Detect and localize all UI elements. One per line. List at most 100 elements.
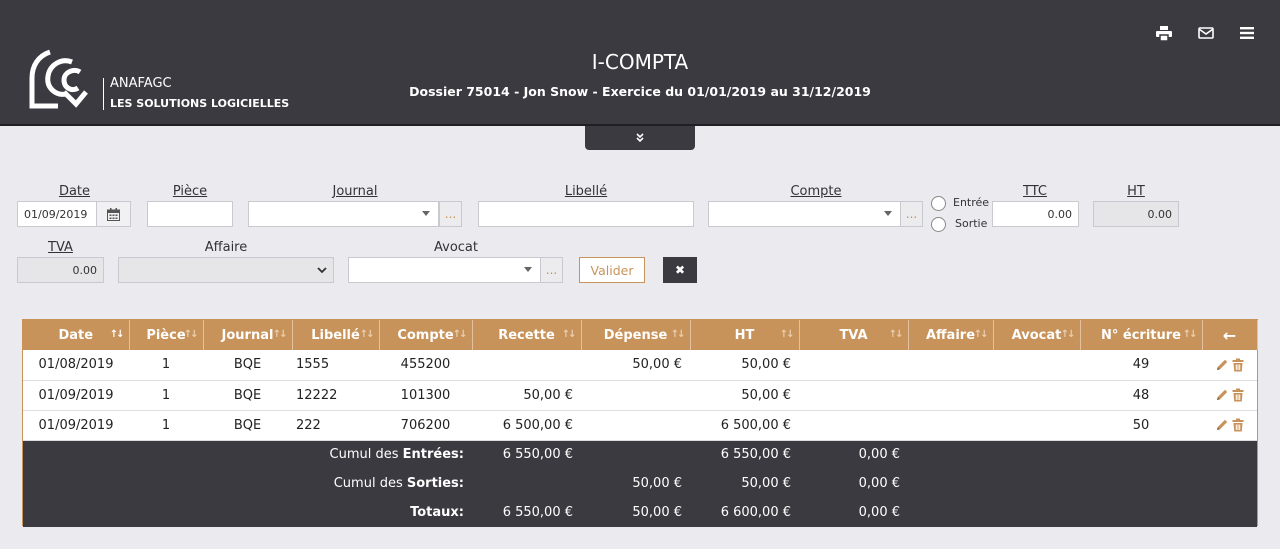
libelle-label[interactable]: Libellé bbox=[478, 184, 694, 199]
cell-piece: 1 bbox=[161, 417, 171, 433]
col-ecriture-label: N° écriture bbox=[1101, 327, 1181, 343]
sort-icon[interactable]: ↑↓ bbox=[273, 329, 288, 340]
sort-icon[interactable]: ↑↓ bbox=[1183, 329, 1198, 340]
cell-avocat bbox=[993, 350, 1080, 380]
trash-icon[interactable] bbox=[1231, 358, 1245, 372]
tva-label[interactable]: TVA bbox=[17, 240, 104, 255]
sort-icon[interactable]: ↑↓ bbox=[453, 329, 468, 340]
date-field[interactable]: 01/09/2019 bbox=[17, 201, 97, 227]
chevron-down-icon bbox=[317, 267, 327, 274]
col-avocat-header[interactable]: Avocat ↑↓ bbox=[993, 320, 1081, 350]
total-recette: 6 550,00 € bbox=[502, 447, 573, 463]
date-label[interactable]: Date bbox=[17, 184, 132, 199]
sort-icon[interactable]: ↑↓ bbox=[184, 329, 199, 340]
cell-recette: 6 500,00 € bbox=[502, 417, 573, 433]
table-row[interactable]: 01/09/2019 1 BQE 12222 101300 50,00 € 50,00 € 4… bbox=[23, 380, 1257, 410]
app-header: ANAFAGC LES SOLUTIONS LOGICIELLES I-COMP… bbox=[0, 0, 1280, 126]
col-depense-header[interactable]: Dépense ↑↓ bbox=[581, 320, 691, 350]
col-date-label: Date bbox=[58, 327, 94, 343]
edit-icon[interactable] bbox=[1215, 358, 1229, 372]
mail-icon[interactable] bbox=[1197, 24, 1215, 42]
col-recette-header[interactable]: Recette ↑↓ bbox=[472, 320, 582, 350]
avocat-select[interactable] bbox=[348, 257, 541, 283]
calendar-button[interactable] bbox=[96, 201, 131, 227]
dropdown-arrow-icon bbox=[422, 211, 430, 216]
expand-header-toggle[interactable] bbox=[585, 126, 695, 150]
col-tva-header[interactable]: TVA ↑↓ bbox=[799, 320, 909, 350]
cell-compte: 455200 bbox=[400, 357, 451, 373]
cell-ht: 6 500,00 € bbox=[720, 417, 791, 433]
col-date-header[interactable]: Date ↑↓ bbox=[23, 320, 130, 350]
ht-label[interactable]: HT bbox=[1093, 184, 1179, 199]
piece-label[interactable]: Pièce bbox=[147, 184, 233, 199]
affaire-select[interactable] bbox=[118, 257, 334, 283]
cell-piece: 1 bbox=[161, 357, 171, 373]
edit-icon[interactable] bbox=[1215, 418, 1229, 432]
row-actions bbox=[1202, 380, 1257, 410]
row-actions bbox=[1202, 410, 1257, 440]
avocat-label: Avocat bbox=[434, 240, 478, 255]
sort-icon[interactable]: ↑↓ bbox=[1061, 329, 1076, 340]
entree-label: Entrée bbox=[953, 196, 990, 209]
edit-icon[interactable] bbox=[1215, 388, 1229, 402]
sort-icon[interactable]: ↑↓ bbox=[360, 329, 375, 340]
cell-affaire bbox=[908, 380, 993, 410]
col-ht-header[interactable]: HT ↑↓ bbox=[690, 320, 800, 350]
table-row[interactable]: 01/08/2019 1 BQE 1555 455200 50,00 € 50,00 € 49 bbox=[23, 350, 1257, 380]
table-row[interactable]: 01/09/2019 1 BQE 222 706200 6 500,00 € 6 500,0… bbox=[23, 410, 1257, 440]
journal-label[interactable]: Journal bbox=[248, 184, 462, 199]
cell-depense: 50,00 € bbox=[632, 357, 682, 373]
libelle-field[interactable] bbox=[478, 201, 694, 227]
cell-ecriture: 50 bbox=[1132, 417, 1150, 433]
sort-icon[interactable]: ↑↓ bbox=[889, 329, 904, 340]
journal-select[interactable] bbox=[248, 201, 439, 227]
journal-lookup-button[interactable]: ... bbox=[439, 201, 462, 227]
col-ecriture-header[interactable]: N° écriture ↑↓ bbox=[1080, 320, 1203, 350]
cell-journal: BQE bbox=[233, 417, 262, 433]
ttc-value: 0.00 bbox=[1047, 207, 1073, 221]
compte-label[interactable]: Compte bbox=[708, 184, 924, 199]
tva-value: 0.00 bbox=[72, 263, 98, 277]
ttc-label[interactable]: TTC bbox=[992, 184, 1078, 199]
col-back-label: ← bbox=[1222, 325, 1237, 345]
sort-icon[interactable]: ↑↓ bbox=[671, 329, 686, 340]
col-affaire-header[interactable]: Affaire ↑↓ bbox=[908, 320, 994, 350]
trash-icon[interactable] bbox=[1231, 418, 1245, 432]
cell-libelle: 12222 bbox=[296, 387, 338, 403]
piece-field[interactable] bbox=[147, 201, 233, 227]
row-actions bbox=[1202, 350, 1257, 380]
sort-icon[interactable]: ↑↓ bbox=[562, 329, 577, 340]
ttc-field[interactable]: 0.00 bbox=[992, 201, 1079, 227]
cell-piece: 1 bbox=[161, 387, 171, 403]
cell-ecriture: 48 bbox=[1132, 387, 1150, 403]
col-journal-label: Journal bbox=[221, 327, 274, 343]
print-icon[interactable] bbox=[1155, 24, 1173, 42]
avocat-lookup-button[interactable]: ... bbox=[540, 257, 563, 283]
menu-icon[interactable] bbox=[1238, 24, 1256, 42]
entree-radio[interactable] bbox=[931, 196, 946, 211]
cell-tva bbox=[799, 350, 908, 380]
date-value: 01/09/2019 bbox=[24, 207, 88, 221]
col-journal-header[interactable]: Journal ↑↓ bbox=[203, 320, 293, 350]
sort-icon[interactable]: ↑↓ bbox=[110, 329, 125, 340]
sort-icon[interactable]: ↑↓ bbox=[974, 329, 989, 340]
sort-icon[interactable]: ↑↓ bbox=[780, 329, 795, 340]
col-piece-header[interactable]: Pièce ↑↓ bbox=[129, 320, 204, 350]
cell-date: 01/09/2019 bbox=[38, 417, 114, 433]
sortie-label: Sortie bbox=[955, 217, 988, 230]
col-back-header[interactable]: ← bbox=[1202, 320, 1258, 350]
compte-lookup-button[interactable]: ... bbox=[900, 201, 923, 227]
close-icon: ✖ bbox=[674, 263, 686, 277]
sortie-radio[interactable] bbox=[931, 217, 946, 232]
col-libelle-header[interactable]: Libellé ↑↓ bbox=[292, 320, 380, 350]
total-tva: 0,00 € bbox=[858, 447, 900, 463]
trash-icon[interactable] bbox=[1231, 388, 1245, 402]
valider-button[interactable]: Valider bbox=[579, 257, 645, 283]
compte-select[interactable] bbox=[708, 201, 901, 227]
double-chevron-down-icon bbox=[636, 133, 644, 143]
cell-tva bbox=[799, 410, 908, 440]
calendar-icon bbox=[107, 207, 120, 221]
totals-filler bbox=[908, 440, 1257, 469]
close-button[interactable]: ✖ bbox=[663, 257, 697, 283]
col-compte-header[interactable]: Compte ↑↓ bbox=[379, 320, 473, 350]
